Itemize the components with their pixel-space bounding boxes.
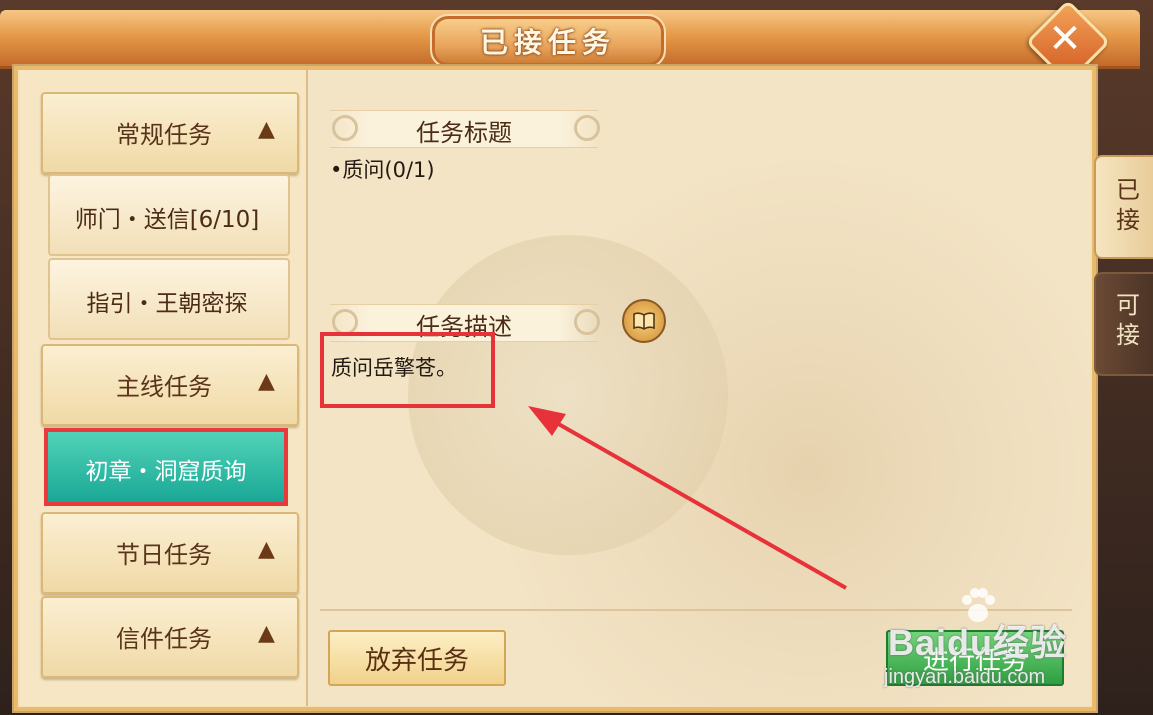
watermark-main-text: Baidu经验 [888, 622, 1068, 663]
abandon-quest-button[interactable]: 放弃任务 [328, 630, 506, 686]
tab-accepted-label: 已接 [1116, 176, 1140, 234]
watermark-url-text: jingyan.baidu.com [884, 666, 1046, 688]
baidu-watermark: Baidu经验 jingyan.baidu.com [884, 588, 1084, 688]
tab-available-label: 可接 [1116, 291, 1140, 349]
